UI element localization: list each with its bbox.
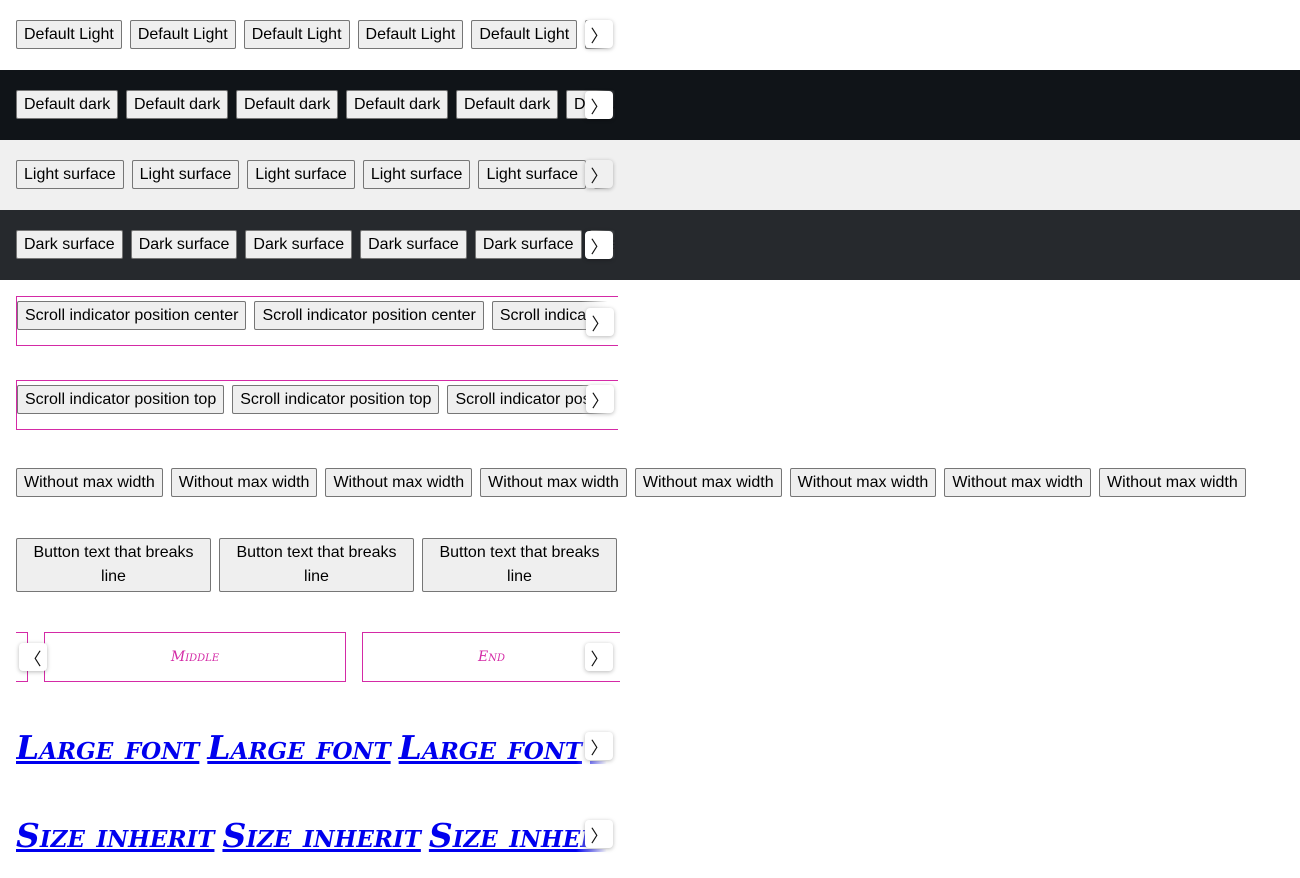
size-inherit-link[interactable]: Size inherit	[222, 816, 420, 855]
dark-surface-button[interactable]: Dark surface	[16, 230, 123, 259]
line-break-scroller[interactable]: Button text that breaks line Button text…	[16, 538, 620, 594]
no-max-width-scroller[interactable]: Without max width Without max width With…	[16, 468, 1300, 498]
default-dark-button[interactable]: Default dark	[16, 90, 118, 119]
chevron-right-icon: 〉	[590, 237, 608, 258]
chevron-right-icon: 〉	[590, 738, 608, 759]
light-surface-button[interactable]: Light surface	[478, 160, 587, 189]
no-max-width-button[interactable]: Without max width	[325, 468, 473, 497]
default-dark-button[interactable]: Default dark	[126, 90, 228, 119]
line-break-button[interactable]: Button text that breaks line	[219, 538, 414, 592]
line-break-button[interactable]: Button text that breaks line	[422, 538, 617, 592]
indicator-center-container: Scroll indicator position center Scroll …	[16, 296, 619, 346]
scroll-next-button[interactable]: 〉	[585, 231, 613, 259]
light-surface-button[interactable]: Light surface	[362, 160, 471, 189]
no-max-width-button[interactable]: Without max width	[480, 468, 627, 497]
light-surface-scroller[interactable]: Light surface Light surface Light surfac…	[16, 160, 620, 190]
default-dark-button[interactable]: Default dark	[236, 90, 338, 119]
indicator-center-button[interactable]: Scroll indicator position center	[17, 301, 247, 330]
end-card: End	[362, 632, 620, 682]
chevron-right-icon: 〉	[590, 26, 608, 47]
middle-card: Middle	[44, 632, 346, 682]
indicator-top-container: Scroll indicator position top Scroll ind…	[16, 380, 619, 430]
chevron-right-icon: 〉	[591, 391, 609, 412]
scroll-next-button[interactable]: 〉	[585, 643, 613, 671]
default-light-button[interactable]: Default Light	[129, 20, 236, 49]
scroll-next-button[interactable]: 〉	[585, 20, 613, 48]
size-inherit-scroller[interactable]: Size inherit Size inherit Size inherit S…	[16, 810, 620, 860]
default-light-button[interactable]: Default Light	[243, 20, 350, 49]
scroll-next-button[interactable]: 〉	[585, 732, 613, 760]
dark-surface-button[interactable]: Dark surface	[474, 230, 582, 259]
scroll-previous-button[interactable]: 〈	[19, 643, 47, 671]
default-light-button[interactable]: Default Light	[16, 20, 122, 49]
default-dark-button[interactable]: Default dark	[456, 90, 558, 119]
no-max-width-button[interactable]: Without max width	[944, 468, 1092, 497]
no-max-width-button[interactable]: Without max width	[634, 468, 782, 497]
dark-surface-button[interactable]: Dark surface	[130, 230, 238, 259]
indicator-top-scroller[interactable]: Scroll indicator position top Scroll ind…	[17, 385, 619, 415]
scroll-next-button[interactable]: 〉	[586, 308, 614, 336]
chevron-right-icon: 〉	[590, 649, 608, 670]
scroll-next-button[interactable]: 〉	[585, 820, 613, 848]
scroll-next-button[interactable]: 〉	[585, 160, 613, 188]
chevron-right-icon: 〉	[590, 97, 608, 118]
dark-surface-button[interactable]: Dark surface	[360, 230, 467, 259]
indicator-top-button[interactable]: Scroll indicator position top	[17, 385, 225, 414]
chevron-right-icon: 〉	[590, 166, 608, 187]
no-max-width-button[interactable]: Without max width	[789, 468, 937, 497]
indicator-center-scroller[interactable]: Scroll indicator position center Scroll …	[17, 301, 619, 331]
default-light-button[interactable]: Default Light	[471, 20, 578, 49]
light-surface-button[interactable]: Light surface	[247, 160, 355, 189]
default-light-button[interactable]: Default Light	[357, 20, 464, 49]
default-light-scroller[interactable]: Default Light Default Light Default Ligh…	[16, 20, 620, 50]
light-surface-button[interactable]: Light surface	[131, 160, 240, 189]
large-font-link[interactable]: Large font	[399, 728, 582, 767]
chevron-right-icon: 〉	[590, 826, 608, 847]
line-break-button[interactable]: Button text that breaks line	[16, 538, 211, 592]
no-max-width-button[interactable]: Without max width	[170, 468, 318, 497]
chevron-right-icon: 〉	[591, 314, 609, 335]
light-surface-band: Light surface Light surface Light surfac…	[0, 140, 1300, 210]
large-font-link[interactable]: Large font	[16, 728, 199, 767]
end-card-label: End	[478, 649, 505, 665]
middle-card-label: Middle	[170, 649, 220, 665]
light-surface-button[interactable]: Light surface	[16, 160, 124, 189]
dark-surface-band: Dark surface Dark surface Dark surface D…	[0, 210, 1300, 280]
default-light-band: Default Light Default Light Default Ligh…	[0, 0, 1300, 70]
default-dark-button[interactable]: Default dark	[346, 90, 448, 119]
indicator-center-button[interactable]: Scroll indicator position center	[254, 301, 484, 330]
size-inherit-link[interactable]: Size inherit	[16, 816, 214, 855]
default-dark-scroller[interactable]: Default dark Default dark Default dark D…	[16, 90, 620, 120]
indicator-top-button[interactable]: Scroll indicator position top	[232, 385, 440, 414]
no-max-width-button[interactable]: Without max width	[16, 468, 163, 497]
chevron-left-icon: 〈	[24, 649, 42, 670]
large-font-scroller[interactable]: Large font Large font Large font Large f…	[16, 722, 620, 772]
large-font-link[interactable]: Large font	[207, 728, 390, 767]
dark-surface-button[interactable]: Dark surface	[245, 230, 353, 259]
dark-surface-scroller[interactable]: Dark surface Dark surface Dark surface D…	[16, 230, 620, 260]
scroll-next-button[interactable]: 〉	[586, 385, 614, 413]
default-dark-band: Default dark Default dark Default dark D…	[0, 70, 1300, 140]
scroll-next-button[interactable]: 〉	[585, 91, 613, 119]
no-max-width-button[interactable]: Without max width	[1099, 468, 1246, 497]
